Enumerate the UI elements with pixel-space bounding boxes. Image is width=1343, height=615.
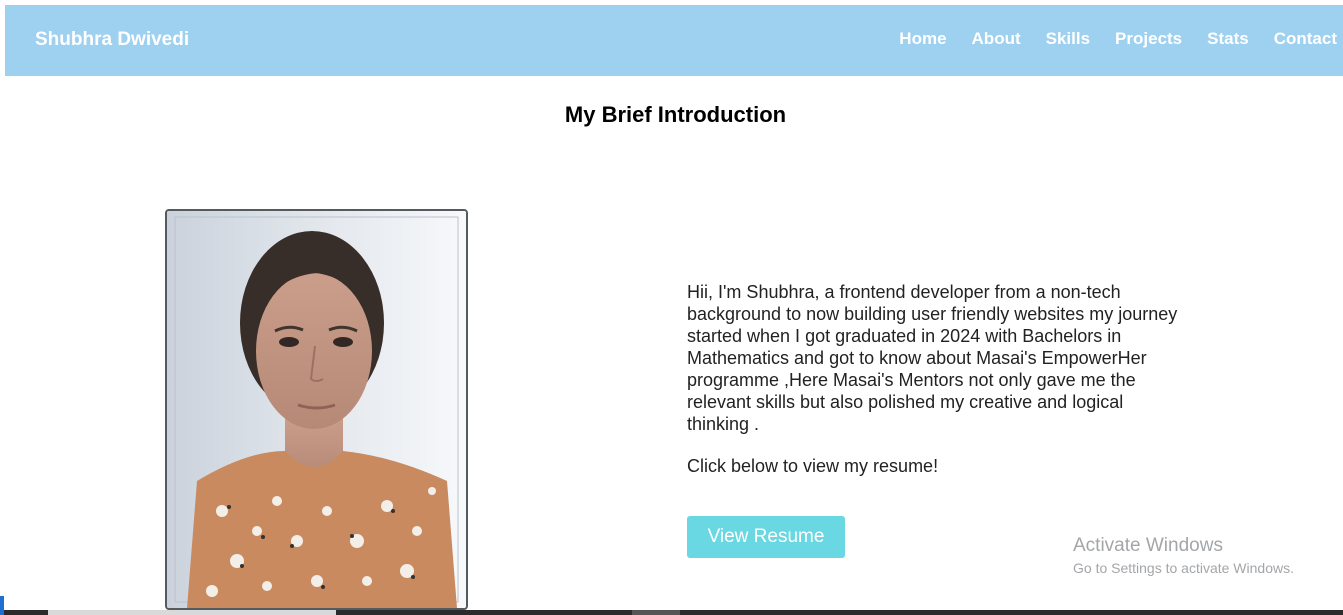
- activate-windows-subtitle: Go to Settings to activate Windows.: [1073, 560, 1294, 576]
- activate-windows-title: Activate Windows: [1073, 535, 1223, 556]
- nav-link-stats[interactable]: Stats: [1207, 29, 1249, 49]
- brand-name[interactable]: Shubhra Dwivedi: [35, 29, 189, 51]
- taskbar-segment: [48, 610, 336, 615]
- nav-link-about[interactable]: About: [972, 29, 1021, 49]
- nav-link-home[interactable]: Home: [899, 29, 946, 49]
- resume-prompt: Click below to view my resume!: [687, 456, 939, 476]
- intro-paragraph: Hii, I'm Shubhra, a frontend developer f…: [687, 282, 1178, 434]
- taskbar-segment: [632, 610, 680, 615]
- nav-links: Home About Skills Projects Stats Contact: [874, 29, 1343, 49]
- nav-link-skills[interactable]: Skills: [1046, 29, 1090, 49]
- page-title: My Brief Introduction: [564, 102, 787, 127]
- profile-photo: [165, 209, 468, 610]
- nav-link-contact[interactable]: Contact: [1274, 29, 1337, 49]
- view-resume-button[interactable]: View Resume: [687, 516, 845, 558]
- navbar: Shubhra Dwivedi Home About Skills Projec…: [5, 5, 1343, 76]
- start-button-edge[interactable]: [0, 596, 4, 615]
- nav-link-projects[interactable]: Projects: [1115, 29, 1182, 49]
